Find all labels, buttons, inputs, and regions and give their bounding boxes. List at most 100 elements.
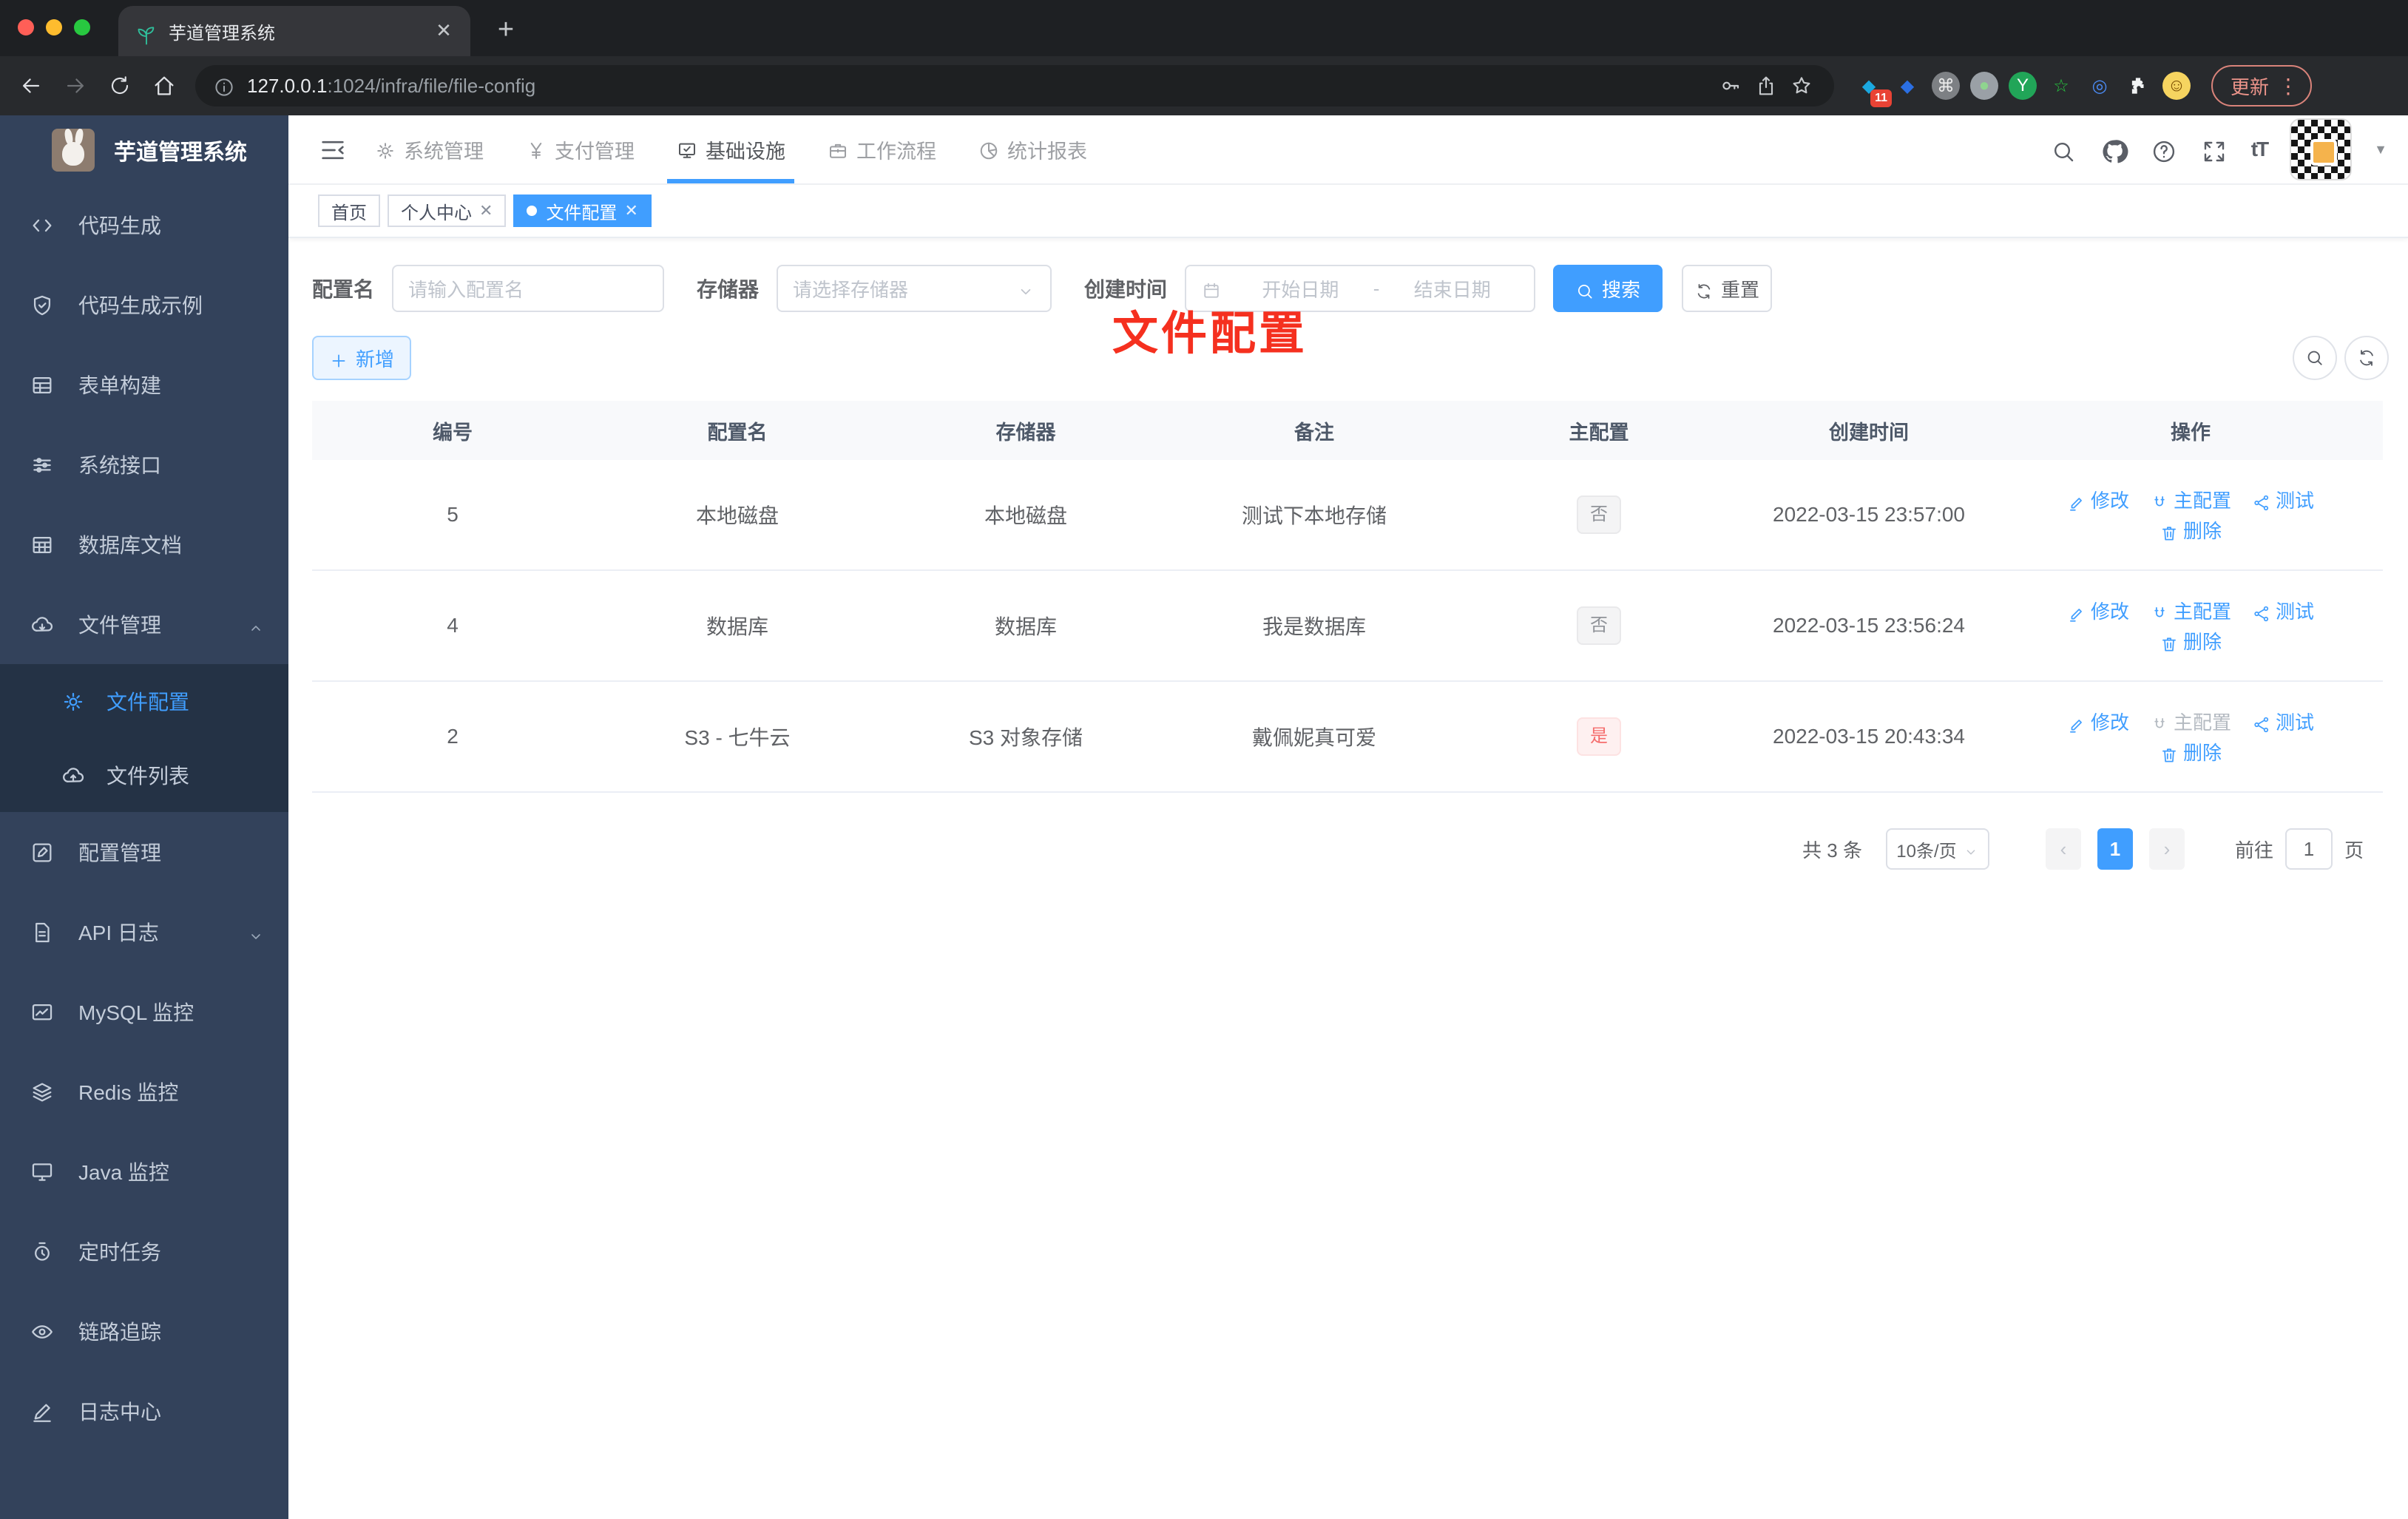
- delete-action[interactable]: 删除: [2160, 738, 2222, 765]
- window-controls[interactable]: [18, 19, 90, 35]
- forward-icon[interactable]: [56, 67, 95, 105]
- sidebar-item-Java 监控[interactable]: Java 监控: [0, 1131, 288, 1211]
- sidebar-item-Redis 监控[interactable]: Redis 监控: [0, 1052, 288, 1131]
- pinned-extension-icon[interactable]: ◆ 11: [1855, 72, 1892, 107]
- tag-close-icon[interactable]: ✕: [479, 201, 493, 220]
- sidebar-item-文件管理[interactable]: 文件管理: [0, 584, 288, 664]
- home-icon[interactable]: [145, 67, 183, 105]
- star-extension-icon[interactable]: ☆: [2047, 72, 2075, 100]
- balloon-extension-icon[interactable]: ◆: [1893, 72, 1921, 100]
- sidebar-item-MySQL 监控[interactable]: MySQL 监控: [0, 972, 288, 1052]
- edit-action[interactable]: 修改: [2067, 597, 2129, 624]
- cell-actions: 修改 主配置 测试 删除: [1998, 708, 2383, 765]
- user-avatar[interactable]: [2290, 118, 2353, 180]
- table-body: 5 本地磁盘 本地磁盘 测试下本地存储 否 2022-03-15 23:57:0…: [312, 460, 2383, 793]
- delete-action[interactable]: 删除: [2160, 627, 2222, 654]
- share-test-icon: [2254, 495, 2269, 510]
- share-icon[interactable]: [1748, 68, 1784, 104]
- tag-个人中心[interactable]: 个人中心 ✕: [388, 194, 507, 227]
- reset-button[interactable]: 重置: [1682, 265, 1773, 312]
- tag-首页[interactable]: 首页: [318, 194, 380, 227]
- avatar-caret-down-icon[interactable]: ▼: [2374, 142, 2387, 158]
- search-icon[interactable]: [2050, 136, 2077, 163]
- collapse-sidebar-icon[interactable]: [318, 135, 348, 164]
- site-info-icon[interactable]: [213, 72, 235, 100]
- test-action[interactable]: 测试: [2252, 597, 2314, 624]
- nav-tab-统计报表[interactable]: 统计报表: [978, 115, 1087, 183]
- column-header-编号: 编号: [433, 421, 473, 444]
- sidebar-item-系统接口[interactable]: 系统接口: [0, 424, 288, 504]
- command-extension-icon[interactable]: ⌘: [1932, 72, 1960, 100]
- test-action[interactable]: 测试: [2252, 708, 2314, 735]
- briefcase-icon: [830, 143, 846, 158]
- sidebar-item-表单构建[interactable]: 表单构建: [0, 345, 288, 424]
- tag-文件配置[interactable]: 文件配置 ✕: [513, 194, 652, 227]
- puzzle-icon: [2131, 78, 2144, 94]
- table-row: 4 数据库 数据库 我是数据库 否 2022-03-15 23:56:24 修改…: [312, 571, 2383, 682]
- sidebar-item-链路追踪[interactable]: 链路追踪: [0, 1291, 288, 1371]
- nav-tab-工作流程[interactable]: 工作流程: [827, 115, 936, 183]
- font-size-icon[interactable]: tT: [2251, 138, 2269, 161]
- profile-avatar[interactable]: ☺: [2162, 72, 2191, 100]
- tab-close-icon[interactable]: ✕: [432, 19, 456, 43]
- nav-tab-系统管理[interactable]: 系统管理: [374, 115, 484, 183]
- page-size-select[interactable]: 10条/页: [1885, 828, 1989, 870]
- sidebar-item-代码生成[interactable]: 代码生成: [0, 185, 288, 265]
- next-page-button[interactable]: ›: [2148, 828, 2185, 870]
- sidebar-item-数据库文档[interactable]: 数据库文档: [0, 504, 288, 584]
- close-window-button[interactable]: [18, 19, 34, 35]
- sidebar-item-定时任务[interactable]: 定时任务: [0, 1211, 288, 1291]
- sidebar-item-文件配置[interactable]: 文件配置: [0, 664, 288, 738]
- address-bar[interactable]: 127.0.0.1:1024/infra/file/file-config: [195, 65, 1834, 106]
- storage-select[interactable]: 请选择存储器: [777, 265, 1052, 312]
- nav-tab-基础设施[interactable]: 基础设施: [667, 115, 794, 183]
- sidebar-item-API 日志[interactable]: API 日志: [0, 892, 288, 972]
- help-icon[interactable]: [2151, 136, 2177, 163]
- delete-action[interactable]: 删除: [2160, 516, 2222, 544]
- extension-icons: ◆ 11 ◆ ⌘ ● Y ☆ ◎ ☺: [1855, 72, 2191, 107]
- tag-close-icon[interactable]: ✕: [624, 201, 637, 220]
- browser-tab[interactable]: 芋道管理系统 ✕: [118, 6, 470, 56]
- prev-page-button[interactable]: ‹: [2045, 828, 2081, 870]
- password-key-icon[interactable]: [1713, 68, 1748, 104]
- goto-page-input[interactable]: 1: [2284, 828, 2333, 870]
- current-page-button[interactable]: 1: [2097, 828, 2133, 870]
- chrome-update-button[interactable]: 更新 ⋮: [2211, 65, 2313, 106]
- trash-icon: [2162, 748, 2176, 762]
- minimize-window-button[interactable]: [46, 19, 62, 35]
- github-icon[interactable]: [2100, 136, 2128, 163]
- url-text: 127.0.0.1:1024/infra/file/file-config: [247, 74, 536, 97]
- refresh-table-button[interactable]: [2344, 336, 2389, 380]
- y-extension-icon[interactable]: Y: [2009, 72, 2037, 100]
- trash-icon: [2162, 637, 2176, 652]
- reload-icon[interactable]: [101, 67, 139, 105]
- test-action[interactable]: 测试: [2252, 486, 2314, 513]
- sidebar-item-日志中心[interactable]: 日志中心: [0, 1371, 288, 1451]
- recorder-extension-icon[interactable]: ●: [1970, 72, 1998, 100]
- add-button[interactable]: 新增: [312, 336, 411, 380]
- nav-tab-支付管理[interactable]: 支付管理: [525, 115, 635, 183]
- puzzle-extension-icon[interactable]: [2124, 72, 2152, 100]
- maximize-window-button[interactable]: [74, 19, 90, 35]
- sidebar-item-配置管理[interactable]: 配置管理: [0, 812, 288, 892]
- config-name-input[interactable]: 请输入配置名: [392, 265, 665, 312]
- back-icon[interactable]: [12, 67, 50, 105]
- edit-action[interactable]: 修改: [2067, 486, 2129, 513]
- master-action[interactable]: 主配置: [2150, 708, 2231, 735]
- file-config-table: 编号 配置名 存储器 备注 主配置 创建时间 操作 5 本地磁盘 本地磁盘 测试下本地存储 …: [312, 401, 2383, 793]
- edit-action[interactable]: 修改: [2067, 708, 2129, 735]
- sidebar-item-代码生成示例[interactable]: 代码生成示例: [0, 265, 288, 345]
- master-action[interactable]: 主配置: [2150, 597, 2231, 624]
- eye-extension-icon[interactable]: ◎: [2086, 72, 2114, 100]
- column-header-配置名: 配置名: [707, 421, 768, 444]
- bookmark-star-icon[interactable]: [1784, 68, 1819, 104]
- storage-label: 存储器: [697, 278, 760, 301]
- browser-menu-icon[interactable]: ⋮: [2278, 74, 2299, 98]
- search-button[interactable]: 搜索: [1553, 265, 1663, 312]
- sidebar-item-文件列表[interactable]: 文件列表: [0, 738, 288, 812]
- master-action[interactable]: 主配置: [2150, 486, 2231, 513]
- new-tab-button[interactable]: +: [488, 13, 524, 49]
- fullscreen-icon[interactable]: [2201, 136, 2228, 163]
- show-search-button[interactable]: [2293, 336, 2337, 380]
- sidebar-item-label: 定时任务: [78, 1241, 162, 1264]
